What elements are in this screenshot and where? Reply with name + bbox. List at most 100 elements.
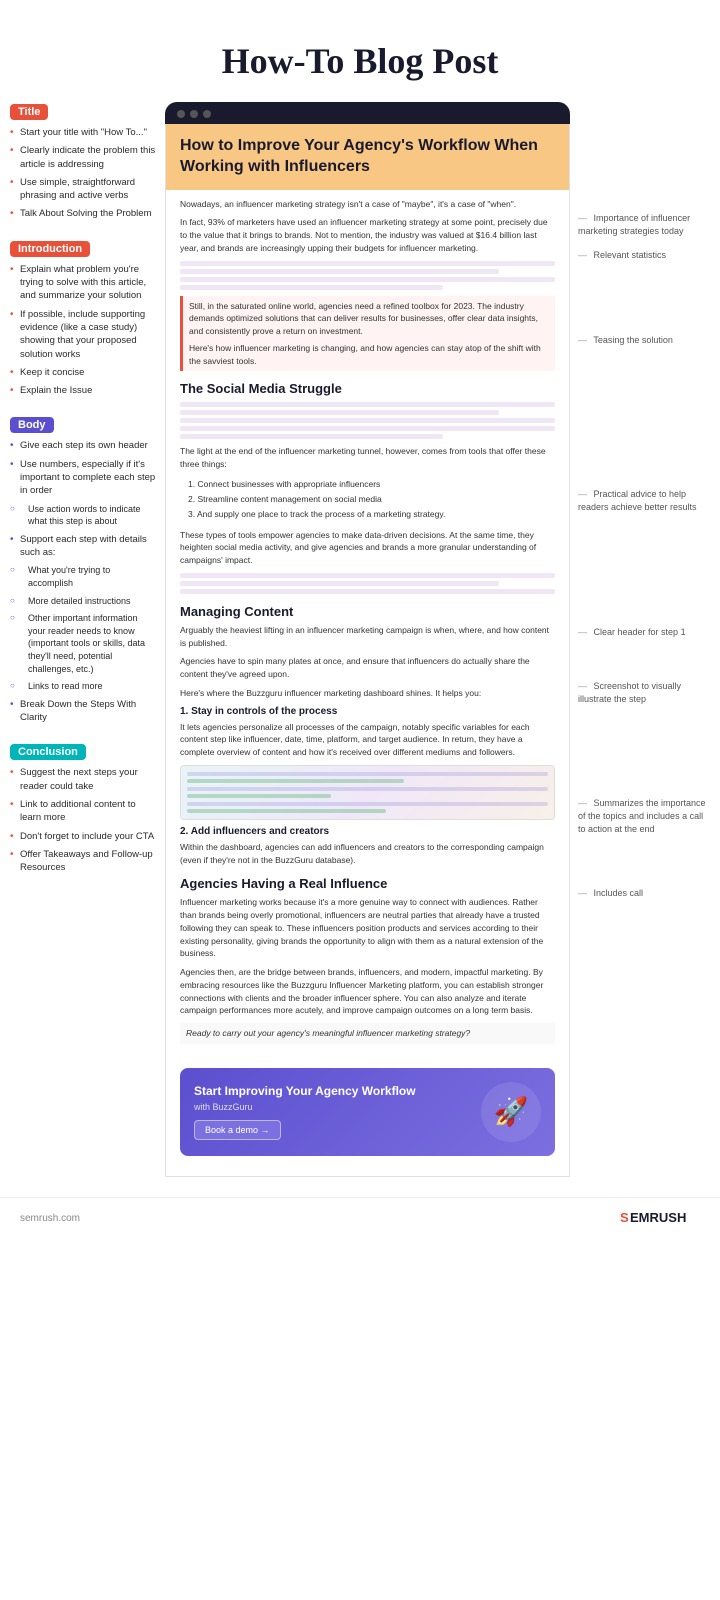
intro-item-4: Explain the Issue bbox=[10, 384, 157, 397]
intro-tag: Introduction bbox=[10, 241, 90, 257]
svg-text:S: S bbox=[620, 1210, 629, 1225]
placeholder-line bbox=[180, 402, 555, 407]
right-spacer-7 bbox=[578, 847, 710, 887]
screenshot-placeholder bbox=[180, 765, 555, 820]
body-item-4: Break Down the Steps With Clarity bbox=[10, 698, 157, 725]
right-annotation-4: Practical advice to help readers achieve… bbox=[578, 488, 710, 513]
section3-para1: Influencer marketing works because it's … bbox=[180, 896, 555, 960]
browser-dot-1 bbox=[177, 110, 185, 118]
title-item-3: Use simple, straightforward phrasing and… bbox=[10, 176, 157, 203]
right-annotation-5: Clear header for step 1 bbox=[578, 626, 710, 639]
title-item-1: Start your title with "How To..." bbox=[10, 126, 157, 139]
right-annotation-8: Includes call bbox=[578, 887, 710, 900]
body-item-3: Support each step with details such as: bbox=[10, 533, 157, 560]
page-wrapper: How-To Blog Post Title Start your title … bbox=[0, 0, 720, 1264]
right-spacer-top bbox=[578, 102, 710, 212]
title-item-4: Talk About Solving the Problem bbox=[10, 207, 157, 220]
cta-button[interactable]: Book a demo → bbox=[194, 1120, 281, 1140]
right-spacer-5 bbox=[578, 650, 710, 680]
browser-chrome bbox=[165, 102, 570, 124]
intro-item-3: Keep it concise bbox=[10, 366, 157, 379]
section1-para2: These types of tools empower agencies to… bbox=[180, 529, 555, 567]
title-item-2: Clearly indicate the problem this articl… bbox=[10, 144, 157, 171]
body-item-3b: More detailed instructions bbox=[10, 595, 157, 608]
article-title: How to Improve Your Agency's Workflow Wh… bbox=[166, 124, 569, 190]
browser-dot-2 bbox=[190, 110, 198, 118]
section2-para1: Arguably the heaviest lifting in an infl… bbox=[180, 624, 555, 650]
section3-header: Agencies Having a Real Influence bbox=[180, 876, 555, 891]
step1-para: It lets agencies personalize all process… bbox=[180, 721, 555, 759]
body-item-3a: What you're trying to accomplish bbox=[10, 564, 157, 589]
section3-cta-text: Ready to carry out your agency's meaning… bbox=[180, 1023, 555, 1044]
teasing-para-2: Here's how influencer marketing is chang… bbox=[189, 342, 549, 368]
body-item-2a: Use action words to indicate what this s… bbox=[10, 503, 157, 528]
sidebar-intro-section: Introduction Explain what problem you're… bbox=[10, 239, 157, 398]
conclusion-item-1: Suggest the next steps your reader could… bbox=[10, 766, 157, 793]
list-item-1: 1. Connect businesses with appropriate i… bbox=[188, 477, 555, 492]
conclusion-item-2: Link to additional content to learn more bbox=[10, 798, 157, 825]
svg-text:EMRUSH: EMRUSH bbox=[630, 1210, 686, 1225]
section3-para2: Agencies then, are the bridge between br… bbox=[180, 966, 555, 1017]
sidebar-body-section: Body Give each step its own header Use n… bbox=[10, 415, 157, 724]
section1-para1: The light at the end of the influencer m… bbox=[180, 445, 555, 471]
content-area: Title Start your title with "How To..." … bbox=[0, 92, 720, 1187]
cta-subtitle: with BuzzGuru bbox=[194, 1102, 471, 1112]
footer: semrush.com S EMRUSH bbox=[0, 1197, 720, 1234]
section1-header: The Social Media Struggle bbox=[180, 381, 555, 396]
screenshot-row bbox=[187, 794, 331, 798]
sidebar-conclusion-section: Conclusion Suggest the next steps your r… bbox=[10, 742, 157, 874]
placeholder-line bbox=[180, 434, 443, 439]
body-tag: Body bbox=[10, 417, 54, 433]
sidebar-title-section: Title Start your title with "How To..." … bbox=[10, 102, 157, 221]
right-annotation-2: Relevant statistics bbox=[578, 249, 710, 262]
right-spacer-2 bbox=[578, 274, 710, 334]
cta-box: Start Improving Your Agency Workflow wit… bbox=[180, 1068, 555, 1156]
placeholder-line bbox=[180, 589, 555, 594]
screenshot-row bbox=[187, 802, 548, 806]
footer-site: semrush.com bbox=[20, 1213, 80, 1224]
intro-para-2: In fact, 93% of marketers have used an i… bbox=[180, 216, 555, 254]
conclusion-item-3: Don't forget to include your CTA bbox=[10, 830, 157, 843]
placeholder-line bbox=[180, 261, 555, 266]
cta-image: 🚀 bbox=[481, 1082, 541, 1142]
conclusion-tag: Conclusion bbox=[10, 744, 86, 760]
right-spacer-6 bbox=[578, 717, 710, 797]
list-item-2: 2. Streamline content management on soci… bbox=[188, 492, 555, 507]
left-sidebar: Title Start your title with "How To..." … bbox=[10, 102, 165, 1177]
right-annotation-3: Teasing the solution bbox=[578, 334, 710, 347]
body-item-3d: Links to read more bbox=[10, 680, 157, 693]
placeholder-block-1 bbox=[180, 261, 555, 290]
right-annotation-6: Screenshot to visually illustrate the st… bbox=[578, 680, 710, 705]
section2-para3: Here's where the Buzzguru influencer mar… bbox=[180, 687, 555, 700]
intro-para-1: Nowadays, an influencer marketing strate… bbox=[180, 198, 555, 211]
cta-text-area: Start Improving Your Agency Workflow wit… bbox=[194, 1084, 471, 1141]
section2-header: Managing Content bbox=[180, 604, 555, 619]
placeholder-line bbox=[180, 277, 555, 282]
list-item-3: 3. And supply one place to track the pro… bbox=[188, 507, 555, 522]
screenshot-inner bbox=[181, 766, 554, 819]
teasing-para: Still, in the saturated online world, ag… bbox=[189, 300, 549, 338]
intro-item-2: If possible, include supporting evidence… bbox=[10, 308, 157, 361]
blog-content: How to Improve Your Agency's Workflow Wh… bbox=[165, 124, 570, 1177]
conclusion-item-4: Offer Takeaways and Follow-up Resources bbox=[10, 848, 157, 875]
teasing-block: Still, in the saturated online world, ag… bbox=[180, 296, 555, 372]
center-blog: How to Improve Your Agency's Workflow Wh… bbox=[165, 102, 570, 1177]
cta-title: Start Improving Your Agency Workflow bbox=[194, 1084, 471, 1100]
section2-para2: Agencies have to spin many plates at onc… bbox=[180, 655, 555, 681]
placeholder-line bbox=[180, 573, 555, 578]
step2-para: Within the dashboard, agencies can add i… bbox=[180, 841, 555, 867]
step2-title: 2. Add influencers and creators bbox=[180, 826, 555, 837]
screenshot-row bbox=[187, 809, 386, 813]
body-item-1: Give each step its own header bbox=[10, 439, 157, 452]
screenshot-row bbox=[187, 787, 548, 791]
screenshot-row bbox=[187, 779, 404, 783]
right-annotation-7: Summarizes the importance of the topics … bbox=[578, 797, 710, 835]
article-body: Nowadays, an influencer marketing strate… bbox=[166, 190, 569, 1058]
placeholder-line bbox=[180, 418, 555, 423]
page-title: How-To Blog Post bbox=[0, 20, 720, 92]
placeholder-line bbox=[180, 581, 499, 586]
placeholder-block-3 bbox=[180, 573, 555, 594]
placeholder-line bbox=[180, 285, 443, 290]
right-spacer-4 bbox=[578, 526, 710, 626]
intro-item-1: Explain what problem you're trying to so… bbox=[10, 263, 157, 303]
